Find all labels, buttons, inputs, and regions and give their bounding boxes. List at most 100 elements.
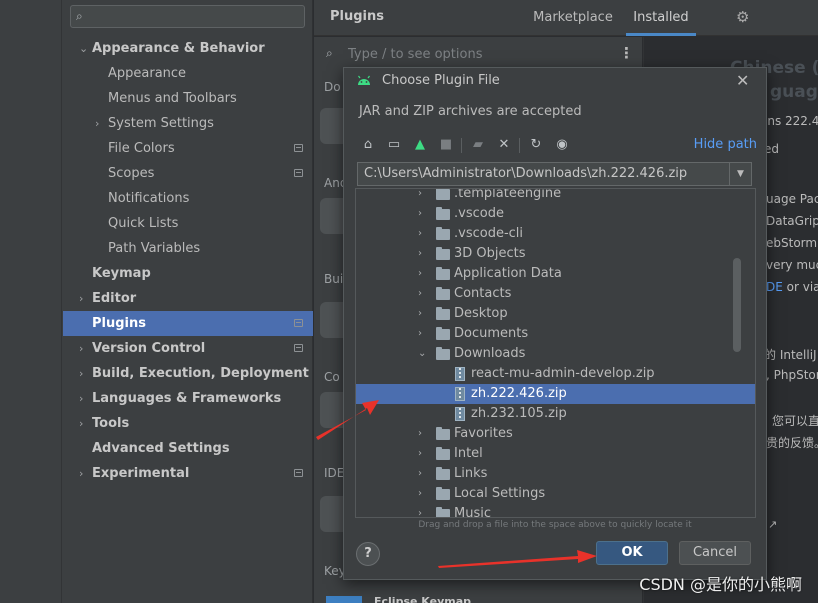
sidebar-item[interactable]: Plugins [63, 311, 313, 336]
chevron-down-icon[interactable]: ▼ [729, 163, 751, 185]
folder-row[interactable]: › 3D Objects [356, 244, 755, 264]
sidebar-item[interactable]: ⌄ Appearance & Behavior [63, 36, 313, 61]
folder-row[interactable]: › Favorites [356, 424, 755, 444]
sidebar-item[interactable]: › Version Control [63, 336, 313, 361]
close-icon[interactable]: ✕ [736, 71, 749, 90]
sidebar-item[interactable]: › System Settings [63, 111, 313, 136]
chevron-right-icon[interactable]: › [418, 189, 422, 204]
sidebar-item[interactable]: Advanced Settings [63, 436, 313, 461]
plugin-search-placeholder: Type / to see options [348, 47, 483, 62]
external-link-icon[interactable]: ↗ [768, 518, 777, 531]
android-icon[interactable]: ▲ [412, 137, 428, 153]
plugin-detail-desc: or via [782, 280, 818, 294]
settings-search-input[interactable]: ⌕ [70, 5, 305, 28]
file-tree-scrollbar[interactable] [733, 258, 741, 352]
chevron-down-icon[interactable]: ⌄ [418, 344, 426, 364]
plugin-list-label: Do [324, 80, 341, 94]
folder-row[interactable]: › Local Settings [356, 484, 755, 504]
plugin-detail-desc: , PhpStor [766, 368, 818, 382]
sidebar-item[interactable]: › Experimental [63, 461, 313, 486]
home-icon[interactable]: ⌂ [360, 137, 376, 153]
show-hidden-icon[interactable]: ◉ [554, 137, 570, 153]
folder-row[interactable]: › Music [356, 504, 755, 517]
folder-row[interactable]: › .vscode [356, 204, 755, 224]
sidebar-item[interactable]: › Languages & Frameworks [63, 386, 313, 411]
sidebar-item-label: System Settings [108, 116, 214, 131]
refresh-icon[interactable]: ↻ [528, 137, 544, 153]
chevron-right-icon[interactable]: › [418, 244, 422, 264]
chevron-right-icon[interactable]: › [79, 286, 83, 311]
plugin-detail-link[interactable]: DE [766, 280, 783, 294]
sidebar-item[interactable]: File Colors [63, 136, 313, 161]
plugin-name[interactable]: Eclipse Keymap [374, 595, 471, 603]
desktop-icon[interactable]: ▭ [386, 137, 402, 153]
delete-icon[interactable]: ✕ [496, 137, 512, 153]
file-tree[interactable]: › .templateengine › .vscode › .vscode-cli › 3D … [355, 188, 756, 518]
hide-path-link[interactable]: Hide path [694, 137, 757, 152]
plugin-detail-desc: 的 IntelliJ [764, 348, 817, 362]
folder-icon [436, 267, 450, 280]
project-level-icon [294, 169, 303, 177]
folder-row[interactable]: › .templateengine [356, 189, 755, 204]
chevron-right-icon[interactable]: › [79, 361, 83, 386]
help-button[interactable]: ? [356, 542, 380, 566]
plugin-search-input[interactable]: ⌕ Type / to see options ⋮ [314, 40, 642, 70]
more-options-icon[interactable]: ⋮ [619, 44, 634, 62]
toolbar-separator [461, 138, 462, 153]
chevron-right-icon[interactable]: › [79, 336, 83, 361]
sidebar-item[interactable]: › Tools [63, 411, 313, 436]
file-tree-label: 3D Objects [454, 246, 526, 261]
folder-icon [436, 207, 450, 220]
chevron-right-icon[interactable]: › [418, 224, 422, 244]
chevron-right-icon[interactable]: › [418, 204, 422, 224]
gear-icon[interactable]: ⚙ [736, 8, 749, 26]
new-folder-icon[interactable]: ▰ [470, 137, 486, 153]
chevron-right-icon[interactable]: › [79, 411, 83, 436]
file-row[interactable]: react-mu-admin-develop.zip [356, 364, 755, 384]
sidebar-item[interactable]: Notifications [63, 186, 313, 211]
chevron-right-icon[interactable]: › [79, 386, 83, 411]
folder-row[interactable]: › Contacts [356, 284, 755, 304]
chevron-right-icon[interactable]: › [418, 464, 422, 484]
toolbar-separator [519, 138, 520, 153]
folder-row[interactable]: › Desktop [356, 304, 755, 324]
chevron-right-icon[interactable]: › [418, 484, 422, 504]
path-combobox[interactable]: C:\Users\Administrator\Downloads\zh.222.… [357, 162, 752, 186]
cancel-button[interactable]: Cancel [679, 541, 751, 565]
plugin-list-label: Bui [324, 272, 344, 286]
file-row[interactable]: zh.222.426.zip [356, 384, 755, 404]
sidebar-item-label: Appearance [108, 66, 187, 81]
sidebar-item[interactable]: Scopes [63, 161, 313, 186]
sidebar-item[interactable]: Keymap [63, 261, 313, 286]
chevron-right-icon[interactable]: › [418, 424, 422, 444]
sidebar-item[interactable]: Quick Lists [63, 211, 313, 236]
folder-row[interactable]: ⌄ Downloads [356, 344, 755, 364]
module-icon[interactable]: ■ [438, 137, 454, 153]
sidebar-item[interactable]: › Build, Execution, Deployment [63, 361, 313, 386]
chevron-right-icon[interactable]: › [418, 324, 422, 344]
file-row[interactable]: zh.232.105.zip [356, 404, 755, 424]
chevron-right-icon[interactable]: › [418, 444, 422, 464]
folder-row[interactable]: › Application Data [356, 264, 755, 284]
tab-installed[interactable]: Installed [626, 0, 696, 36]
folder-row[interactable]: › Links [356, 464, 755, 484]
tab-marketplace[interactable]: Marketplace [530, 0, 616, 36]
sidebar-item[interactable]: › Editor [63, 286, 313, 311]
folder-row[interactable]: › .vscode-cli [356, 224, 755, 244]
chevron-right-icon[interactable]: › [418, 284, 422, 304]
sidebar-item[interactable]: Appearance [63, 61, 313, 86]
folder-icon [436, 327, 450, 340]
chevron-right-icon[interactable]: › [418, 304, 422, 324]
chevron-right-icon[interactable]: › [418, 264, 422, 284]
chevron-right-icon[interactable]: › [418, 504, 422, 517]
folder-row[interactable]: › Intel [356, 444, 755, 464]
sidebar-item-label: File Colors [108, 141, 175, 156]
chevron-right-icon[interactable]: › [95, 111, 99, 136]
ok-button[interactable]: OK [596, 541, 668, 565]
sidebar-item[interactable]: Path Variables [63, 236, 313, 261]
path-value[interactable]: C:\Users\Administrator\Downloads\zh.222.… [364, 166, 687, 181]
sidebar-item[interactable]: Menus and Toolbars [63, 86, 313, 111]
chevron-down-icon[interactable]: ⌄ [79, 36, 88, 61]
folder-row[interactable]: › Documents [356, 324, 755, 344]
chevron-right-icon[interactable]: › [79, 461, 83, 486]
